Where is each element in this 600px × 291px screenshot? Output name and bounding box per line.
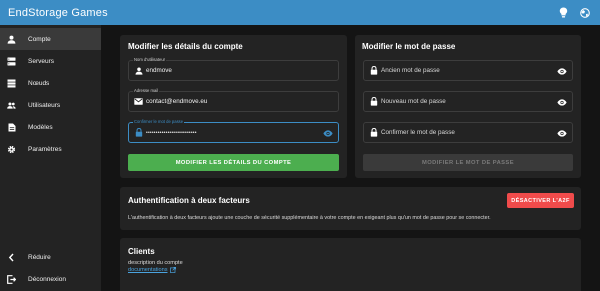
documentation-link[interactable]: documentations bbox=[128, 267, 168, 273]
sidebar-item-label: Utilisateurs bbox=[28, 101, 61, 109]
sidebar-item-parametres[interactable]: Paramètres bbox=[0, 138, 101, 160]
logout-button[interactable]: Déconnexion bbox=[0, 268, 101, 290]
save-account-button[interactable]: Modifier les détails du compte bbox=[128, 154, 339, 171]
username-label: Nom d'utilisateur bbox=[133, 57, 167, 62]
email-label: Adresse mail bbox=[133, 88, 160, 93]
collapse-label: Réduire bbox=[28, 253, 51, 261]
password-card-title: Modifier le mot de passe bbox=[362, 42, 456, 51]
old-password-field[interactable]: Ancien mot de passe bbox=[363, 60, 573, 81]
change-password-button[interactable]: Modifier le mot de passe bbox=[363, 154, 573, 171]
show-password-icon[interactable] bbox=[557, 128, 567, 138]
lock-icon bbox=[134, 128, 143, 137]
username-field[interactable]: Nom d'utilisateur endmove bbox=[128, 57, 339, 81]
lock-icon bbox=[369, 128, 378, 137]
username-value: endmove bbox=[146, 67, 172, 74]
collapse-sidebar-button[interactable]: Réduire bbox=[0, 246, 101, 268]
file-icon bbox=[7, 123, 16, 132]
clients-card: Clients description du compte documentat… bbox=[120, 238, 581, 291]
main-content: Modifier les détails du compte Nom d'uti… bbox=[101, 25, 600, 291]
old-password-placeholder: Ancien mot de passe bbox=[381, 67, 440, 74]
sidebar-item-modeles[interactable]: Modèles bbox=[0, 116, 101, 138]
lock-icon bbox=[369, 66, 378, 75]
logout-label: Déconnexion bbox=[28, 275, 66, 283]
logout-icon bbox=[7, 274, 16, 284]
server-icon bbox=[7, 57, 16, 66]
confirm-password-value: •••••••••••••••••••••••••• bbox=[146, 129, 197, 136]
account-details-card: Modifier les détails du compte Nom d'uti… bbox=[120, 35, 347, 178]
show-password-icon[interactable] bbox=[323, 128, 333, 138]
sidebar-item-label: Compte bbox=[28, 35, 51, 43]
mail-icon bbox=[134, 97, 143, 106]
new-password-field[interactable]: Nouveau mot de passe bbox=[363, 91, 573, 112]
two-factor-title: Authentification à deux facteurs bbox=[128, 196, 250, 205]
top-bar: EndStorage Games bbox=[0, 0, 600, 25]
user-icon bbox=[134, 66, 143, 75]
users-icon bbox=[7, 101, 16, 110]
change-password-card: Modifier le mot de passe Ancien mot de p… bbox=[355, 35, 581, 178]
lightbulb-icon[interactable] bbox=[556, 6, 570, 20]
sidebar: Compte Serveurs Nœuds Utilisateurs Modèl… bbox=[0, 25, 101, 291]
clients-title: Clients bbox=[128, 247, 155, 256]
nodes-icon bbox=[7, 79, 16, 88]
confirm-new-password-placeholder: Confirmer le mot de passe bbox=[381, 129, 455, 136]
app-title[interactable]: EndStorage Games bbox=[8, 7, 548, 19]
confirm-password-label: Confirmer le mot de passe bbox=[133, 119, 185, 124]
sidebar-item-label: Modèles bbox=[28, 123, 53, 131]
sidebar-item-serveurs[interactable]: Serveurs bbox=[0, 50, 101, 72]
two-factor-description: L'authentification à deux facteurs ajout… bbox=[128, 215, 491, 221]
gear-icon bbox=[7, 145, 16, 154]
sidebar-item-utilisateurs[interactable]: Utilisateurs bbox=[0, 94, 101, 116]
show-password-icon[interactable] bbox=[557, 97, 567, 107]
show-password-icon[interactable] bbox=[557, 66, 567, 76]
sidebar-item-label: Serveurs bbox=[28, 57, 55, 65]
disable-2fa-button[interactable]: Désactiver l'A2F bbox=[507, 193, 574, 208]
sidebar-item-compte[interactable]: Compte bbox=[0, 28, 101, 50]
account-card-title: Modifier les détails du compte bbox=[128, 42, 243, 51]
sidebar-item-label: Nœuds bbox=[28, 79, 50, 87]
new-password-placeholder: Nouveau mot de passe bbox=[381, 98, 446, 105]
sidebar-item-noeuds[interactable]: Nœuds bbox=[0, 72, 101, 94]
external-link-icon[interactable] bbox=[169, 267, 176, 273]
email-field[interactable]: Adresse mail contact@endmove.eu bbox=[128, 88, 339, 112]
lock-icon bbox=[369, 97, 378, 106]
confirm-password-field[interactable]: Confirmer le mot de passe ••••••••••••••… bbox=[128, 119, 339, 143]
chevron-left-icon bbox=[7, 253, 16, 262]
user-icon bbox=[7, 35, 16, 44]
globe-icon[interactable] bbox=[578, 6, 592, 20]
sidebar-item-label: Paramètres bbox=[28, 145, 62, 153]
confirm-new-password-field[interactable]: Confirmer le mot de passe bbox=[363, 122, 573, 143]
two-factor-card: Authentification à deux facteurs Désacti… bbox=[120, 187, 581, 230]
clients-description: description du compte bbox=[128, 260, 183, 266]
email-value: contact@endmove.eu bbox=[146, 98, 208, 105]
